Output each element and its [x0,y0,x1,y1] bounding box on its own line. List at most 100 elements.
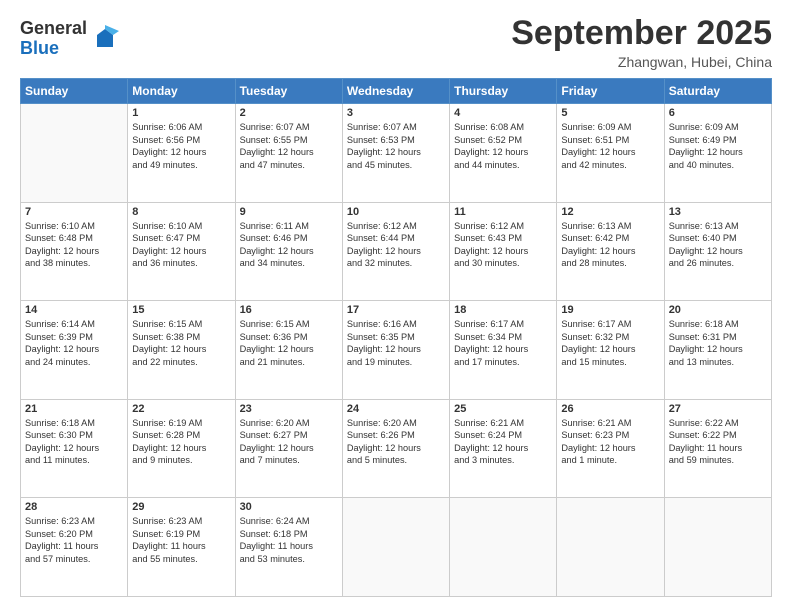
cell-info: Sunrise: 6:23 AMSunset: 6:20 PMDaylight:… [25,515,123,565]
cell-info: Sunrise: 6:10 AMSunset: 6:48 PMDaylight:… [25,220,123,270]
calendar-cell: 2 Sunrise: 6:07 AMSunset: 6:55 PMDaylight… [235,104,342,203]
cell-info: Sunrise: 6:23 AMSunset: 6:19 PMDaylight:… [132,515,230,565]
cell-info: Sunrise: 6:07 AMSunset: 6:53 PMDaylight:… [347,121,445,171]
cell-info: Sunrise: 6:13 AMSunset: 6:40 PMDaylight:… [669,220,767,270]
cell-info: Sunrise: 6:10 AMSunset: 6:47 PMDaylight:… [132,220,230,270]
day-number: 12 [561,206,659,218]
day-number: 19 [561,304,659,316]
cell-info: Sunrise: 6:18 AMSunset: 6:30 PMDaylight:… [25,417,123,467]
day-number: 30 [240,501,338,513]
day-number: 4 [454,107,552,119]
cell-info: Sunrise: 6:11 AMSunset: 6:46 PMDaylight:… [240,220,338,270]
calendar-cell [557,498,664,597]
day-number: 29 [132,501,230,513]
weekday-header-row: SundayMondayTuesdayWednesdayThursdayFrid… [21,79,772,104]
day-number: 17 [347,304,445,316]
calendar-cell [664,498,771,597]
day-number: 22 [132,403,230,415]
cell-info: Sunrise: 6:08 AMSunset: 6:52 PMDaylight:… [454,121,552,171]
day-number: 21 [25,403,123,415]
day-number: 3 [347,107,445,119]
cell-info: Sunrise: 6:17 AMSunset: 6:32 PMDaylight:… [561,318,659,368]
calendar-cell: 29 Sunrise: 6:23 AMSunset: 6:19 PMDayligh… [128,498,235,597]
day-number: 8 [132,206,230,218]
day-number: 26 [561,403,659,415]
calendar-cell: 10Sunrise: 6:12 AMSunset: 6:44 PMDayligh… [342,202,449,301]
weekday-header-thursday: Thursday [450,79,557,104]
cell-info: Sunrise: 6:12 AMSunset: 6:44 PMDaylight:… [347,220,445,270]
cell-info: Sunrise: 6:15 AMSunset: 6:38 PMDaylight:… [132,318,230,368]
cell-info: Sunrise: 6:13 AMSunset: 6:42 PMDaylight:… [561,220,659,270]
calendar-table: SundayMondayTuesdayWednesdayThursdayFrid… [20,78,772,597]
calendar-week-1: 1 Sunrise: 6:06 AMSunset: 6:56 PMDaylight… [21,104,772,203]
calendar-cell: 24 Sunrise: 6:20 AMSunset: 6:26 PMDayligh… [342,399,449,498]
calendar-cell [450,498,557,597]
calendar-cell: 12 Sunrise: 6:13 AMSunset: 6:42 PMDayligh… [557,202,664,301]
day-number: 13 [669,206,767,218]
day-number: 6 [669,107,767,119]
location: Zhangwan, Hubei, China [511,54,772,70]
calendar-cell [342,498,449,597]
logo-text: General Blue [20,19,87,59]
calendar-cell: 13 Sunrise: 6:13 AMSunset: 6:40 PMDayligh… [664,202,771,301]
calendar-cell: 7 Sunrise: 6:10 AMSunset: 6:48 PMDaylight… [21,202,128,301]
calendar-cell [21,104,128,203]
calendar-cell: 20Sunrise: 6:18 AMSunset: 6:31 PMDayligh… [664,301,771,400]
calendar-cell: 6Sunrise: 6:09 AMSunset: 6:49 PMDaylight… [664,104,771,203]
calendar-cell: 14 Sunrise: 6:14 AMSunset: 6:39 PMDayligh… [21,301,128,400]
title-block: September 2025 Zhangwan, Hubei, China [511,15,772,70]
day-number: 20 [669,304,767,316]
calendar-cell: 16Sunrise: 6:15 AMSunset: 6:36 PMDayligh… [235,301,342,400]
cell-info: Sunrise: 6:19 AMSunset: 6:28 PMDaylight:… [132,417,230,467]
calendar-cell: 5 Sunrise: 6:09 AMSunset: 6:51 PMDaylight… [557,104,664,203]
cell-info: Sunrise: 6:15 AMSunset: 6:36 PMDaylight:… [240,318,338,368]
weekday-header-wednesday: Wednesday [342,79,449,104]
calendar-cell: 4 Sunrise: 6:08 AMSunset: 6:52 PMDaylight… [450,104,557,203]
day-number: 18 [454,304,552,316]
cell-info: Sunrise: 6:06 AMSunset: 6:56 PMDaylight:… [132,121,230,171]
day-number: 5 [561,107,659,119]
logo: General Blue [20,19,119,59]
calendar-cell: 27Sunrise: 6:22 AMSunset: 6:22 PMDayligh… [664,399,771,498]
cell-info: Sunrise: 6:14 AMSunset: 6:39 PMDaylight:… [25,318,123,368]
calendar-cell: 1 Sunrise: 6:06 AMSunset: 6:56 PMDaylight… [128,104,235,203]
day-number: 1 [132,107,230,119]
cell-info: Sunrise: 6:24 AMSunset: 6:18 PMDaylight:… [240,515,338,565]
weekday-header-sunday: Sunday [21,79,128,104]
weekday-header-monday: Monday [128,79,235,104]
day-number: 7 [25,206,123,218]
calendar-cell: 9Sunrise: 6:11 AMSunset: 6:46 PMDaylight… [235,202,342,301]
logo-general: General [20,19,87,39]
month-title: September 2025 [511,15,772,52]
cell-info: Sunrise: 6:07 AMSunset: 6:55 PMDaylight:… [240,121,338,171]
cell-info: Sunrise: 6:20 AMSunset: 6:26 PMDaylight:… [347,417,445,467]
calendar-cell: 28 Sunrise: 6:23 AMSunset: 6:20 PMDayligh… [21,498,128,597]
calendar-week-2: 7 Sunrise: 6:10 AMSunset: 6:48 PMDaylight… [21,202,772,301]
day-number: 2 [240,107,338,119]
calendar-cell: 8 Sunrise: 6:10 AMSunset: 6:47 PMDaylight… [128,202,235,301]
day-number: 27 [669,403,767,415]
day-number: 15 [132,304,230,316]
day-number: 23 [240,403,338,415]
page: General Blue September 2025 Zhangwan, Hu… [0,0,792,612]
calendar-week-3: 14 Sunrise: 6:14 AMSunset: 6:39 PMDayligh… [21,301,772,400]
weekday-header-saturday: Saturday [664,79,771,104]
day-number: 28 [25,501,123,513]
calendar-cell: 17Sunrise: 6:16 AMSunset: 6:35 PMDayligh… [342,301,449,400]
cell-info: Sunrise: 6:09 AMSunset: 6:51 PMDaylight:… [561,121,659,171]
calendar-cell: 25 Sunrise: 6:21 AMSunset: 6:24 PMDayligh… [450,399,557,498]
cell-info: Sunrise: 6:17 AMSunset: 6:34 PMDaylight:… [454,318,552,368]
calendar-cell: 19 Sunrise: 6:17 AMSunset: 6:32 PMDayligh… [557,301,664,400]
cell-info: Sunrise: 6:21 AMSunset: 6:23 PMDaylight:… [561,417,659,467]
calendar-cell: 30 Sunrise: 6:24 AMSunset: 6:18 PMDayligh… [235,498,342,597]
weekday-header-friday: Friday [557,79,664,104]
calendar-cell: 21 Sunrise: 6:18 AMSunset: 6:30 PMDayligh… [21,399,128,498]
calendar-cell: 22 Sunrise: 6:19 AMSunset: 6:28 PMDayligh… [128,399,235,498]
calendar-cell: 3 Sunrise: 6:07 AMSunset: 6:53 PMDaylight… [342,104,449,203]
calendar-cell: 11Sunrise: 6:12 AMSunset: 6:43 PMDayligh… [450,202,557,301]
day-number: 25 [454,403,552,415]
cell-info: Sunrise: 6:21 AMSunset: 6:24 PMDaylight:… [454,417,552,467]
day-number: 14 [25,304,123,316]
cell-info: Sunrise: 6:12 AMSunset: 6:43 PMDaylight:… [454,220,552,270]
day-number: 24 [347,403,445,415]
